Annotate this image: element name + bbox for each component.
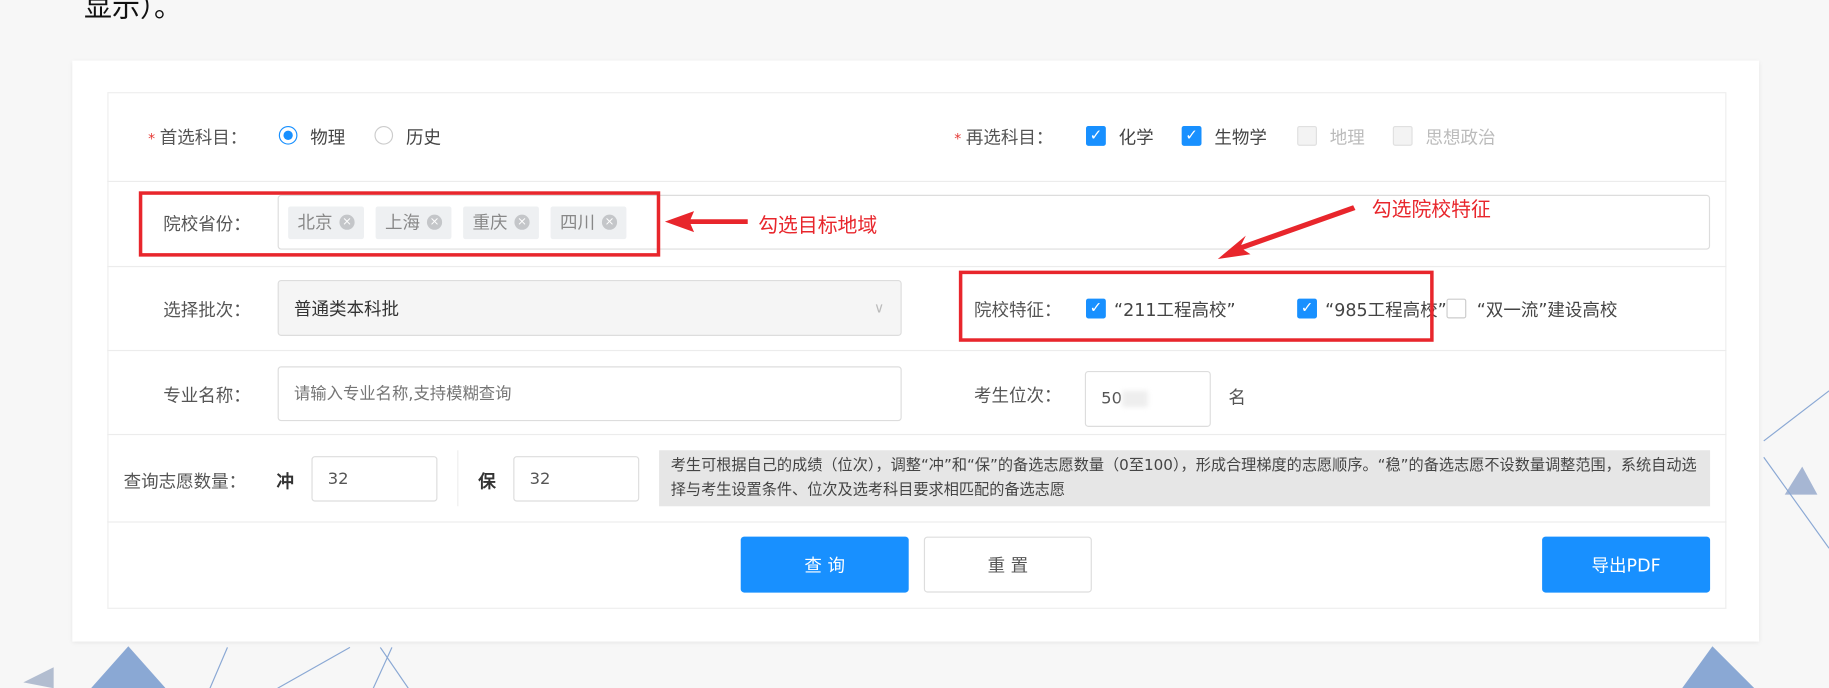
label-text: 首选科目：	[159, 127, 248, 149]
annotation-highlight-box	[138, 191, 661, 257]
checkbox-label[interactable]: 化学	[1119, 125, 1154, 149]
checkbox-double-first-class[interactable]	[1446, 298, 1467, 319]
checkbox-chemistry[interactable]: ✓	[1086, 125, 1106, 146]
checkbox-label[interactable]: 地理	[1330, 125, 1365, 149]
checkbox-politics[interactable]	[1392, 125, 1413, 146]
checkbox-geography[interactable]	[1297, 125, 1317, 146]
chevron-down-icon: ∨	[873, 299, 885, 317]
radio-label[interactable]: 历史	[406, 125, 441, 149]
select-value: 普通类本科批	[293, 298, 399, 320]
required-icon: *	[954, 130, 962, 147]
annotation-arrow-icon	[664, 211, 748, 233]
decorative-triangles	[23, 390, 1829, 688]
checkbox-label[interactable]: 思想政治	[1425, 125, 1495, 149]
primary-subject-label: * 首选科目：	[148, 125, 247, 149]
batch-select[interactable]: 普通类本科批 ∨	[277, 279, 902, 336]
annotation-text: 勾选院校特征	[1371, 198, 1491, 222]
annotation-text: 勾选目标地域	[758, 214, 878, 238]
radio-label[interactable]: 物理	[310, 125, 345, 149]
checkbox-label[interactable]: 生物学	[1214, 125, 1267, 149]
annotation-highlight-box	[958, 270, 1434, 342]
divider	[107, 180, 1727, 182]
annotation-arrow-icon	[1217, 205, 1356, 259]
batch-label: 选择批次：	[163, 299, 251, 321]
divider	[107, 265, 1727, 268]
page-text-fragment: 显示）。	[83, 0, 182, 24]
secondary-subject-label: * 再选科目：	[954, 125, 1053, 149]
radio-history[interactable]	[374, 125, 394, 145]
radio-physics[interactable]	[278, 125, 298, 145]
label-text: 再选科目：	[965, 127, 1054, 149]
checkbox-biology[interactable]: ✓	[1181, 125, 1202, 146]
checkbox-label[interactable]: “双一流”建设高校	[1477, 297, 1618, 321]
required-icon: *	[148, 130, 156, 147]
